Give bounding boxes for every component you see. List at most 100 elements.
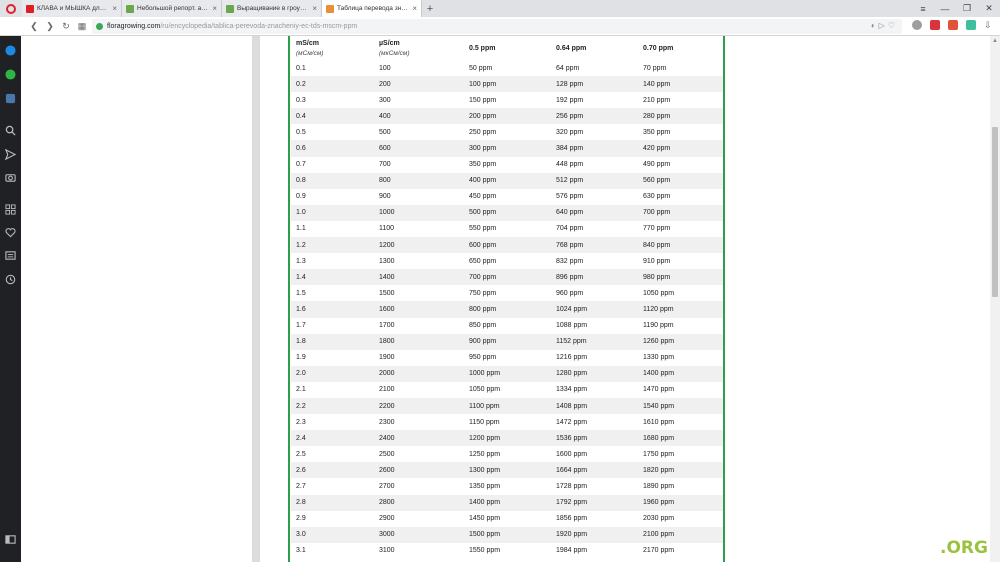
- forward-icon[interactable]: ❯: [42, 21, 58, 32]
- table-cell: 1330 ppm: [643, 354, 675, 362]
- table-cell: 768 ppm: [551, 237, 638, 254]
- table-cell: 1792 ppm: [551, 494, 638, 511]
- extension-red-icon[interactable]: [930, 20, 940, 30]
- header-ppm-05: 0.5 ppm: [464, 36, 551, 60]
- table-cell: 950 ppm: [469, 354, 497, 362]
- table-cell: 896 ppm: [551, 269, 638, 286]
- table-cell: 900 ppm: [464, 333, 551, 350]
- table-cell: 1100: [379, 225, 395, 233]
- browser-tab-active[interactable]: Таблица перевода значе ×: [322, 0, 422, 17]
- download-icon[interactable]: ⇩: [984, 20, 994, 30]
- table-cell: 1.0: [291, 204, 374, 221]
- browser-tab[interactable]: Выращивание в гроубок ×: [222, 0, 322, 17]
- news-icon[interactable]: [5, 250, 16, 261]
- tab-close-icon[interactable]: ×: [412, 4, 417, 13]
- table-cell: 64 ppm: [556, 64, 580, 72]
- messenger-icon[interactable]: [5, 45, 16, 56]
- table-cell: 1890 ppm: [643, 482, 675, 490]
- table-cell: 2900: [379, 515, 395, 523]
- table-cell: 2.4: [291, 430, 374, 447]
- table-cell: 1600: [374, 301, 464, 318]
- table-header-row: mS/cm (мСм/см) µS/cm (мкСм/см) 0.5 ppm 0.6…: [291, 36, 723, 60]
- table-row: 2.8 2800 1400 ppm 1792 ppm 1960 ppm: [291, 494, 723, 511]
- address-bar-row: ❮ ❯ ↻ ▦ floragrowing.com /ru/encyclopedi…: [0, 17, 1000, 36]
- heart-icon[interactable]: [5, 227, 16, 238]
- speed-dial-icon[interactable]: [5, 204, 16, 215]
- tab-menu-icon[interactable]: ≡: [912, 4, 934, 14]
- table-cell: 2170 ppm: [643, 547, 675, 555]
- leaf-favicon-icon: [126, 4, 134, 13]
- search-icon[interactable]: [5, 125, 16, 136]
- header-label: mS/cm: [296, 39, 319, 47]
- table-cell: 2000: [374, 365, 464, 382]
- table-cell: 1100 ppm: [464, 397, 551, 415]
- browser-tab[interactable]: Небольшой репорт. ак-4 ×: [122, 0, 222, 17]
- table-cell: 3000: [374, 526, 464, 543]
- reload-icon[interactable]: ↻: [58, 21, 74, 32]
- header-label: 0.70 ppm: [643, 44, 674, 52]
- table-cell: 200 ppm: [464, 108, 551, 125]
- table-cell: 2.8: [291, 494, 374, 511]
- table-cell: 2.9: [296, 515, 306, 523]
- table-cell: 1050 ppm: [469, 386, 501, 394]
- table-cell: 1400: [374, 269, 464, 286]
- table-cell: 500: [379, 128, 391, 136]
- table-cell: 0.9: [296, 193, 306, 201]
- table-cell: 550 ppm: [469, 225, 497, 233]
- table-cell: 1664 ppm: [551, 462, 638, 479]
- table-row: 0.9 900 450 ppm 576 ppm 630 ppm: [291, 189, 723, 205]
- table-cell: 512 ppm: [551, 172, 638, 189]
- table-cell: 500 ppm: [464, 204, 551, 221]
- table-cell: 2.2: [291, 397, 374, 415]
- opera-logo-icon[interactable]: [0, 0, 22, 17]
- window-close-icon[interactable]: ✕: [978, 3, 1000, 14]
- back-icon[interactable]: ❮: [26, 21, 42, 32]
- table-cell: 1190 ppm: [643, 322, 674, 330]
- maximize-icon[interactable]: ❐: [956, 3, 978, 14]
- table-row: 2.3 2300 1150 ppm 1472 ppm 1610 ppm: [291, 414, 723, 430]
- table-cell: 560 ppm: [638, 172, 723, 189]
- extension-gray-icon[interactable]: [912, 20, 922, 30]
- table-cell: 900: [379, 193, 391, 201]
- extension-orange-icon[interactable]: [948, 20, 958, 30]
- table-cell: 0.2: [291, 76, 374, 93]
- url-host: floragrowing.com: [107, 23, 161, 30]
- send-icon[interactable]: [5, 149, 16, 160]
- table-cell: 576 ppm: [556, 193, 584, 201]
- table-cell: 1280 ppm: [551, 365, 638, 382]
- table-row: 2.5 2500 1250 ppm 1600 ppm 1750 ppm: [291, 446, 723, 462]
- scroll-up-icon[interactable]: ▲: [992, 38, 998, 44]
- table-cell: 448 ppm: [556, 161, 584, 169]
- header-us-cm: µS/cm (мкСм/см): [374, 36, 464, 60]
- whatsapp-icon[interactable]: [5, 69, 16, 80]
- secure-lock-icon: [96, 23, 103, 30]
- sidebar-toggle-icon[interactable]: [5, 534, 16, 545]
- table-row: 0.6 600 300 ppm 384 ppm 420 ppm: [291, 140, 723, 157]
- browser-tab[interactable]: КЛАВА и МЫШКА для PX ×: [22, 0, 122, 17]
- vk-icon[interactable]: [5, 93, 16, 104]
- minimize-icon[interactable]: —: [934, 4, 956, 14]
- table-cell: 0.4: [291, 108, 374, 125]
- header-sublabel: (мкСм/см): [379, 49, 410, 57]
- history-icon[interactable]: [5, 274, 16, 285]
- table-row: 1.2 1200 600 ppm 768 ppm 840 ppm: [291, 237, 723, 254]
- camera-icon[interactable]: [5, 172, 16, 183]
- url-field[interactable]: floragrowing.com /ru/encyclopedia/tablic…: [92, 19, 902, 34]
- table-cell: 1500: [379, 289, 395, 297]
- speed-dial-button-icon[interactable]: ▦: [74, 21, 90, 32]
- table-cell: 2100: [379, 386, 395, 394]
- tab-close-icon[interactable]: ×: [212, 4, 217, 13]
- table-cell: 770 ppm: [643, 225, 671, 233]
- table-cell: 1400 ppm: [638, 365, 723, 382]
- scrollbar-thumb[interactable]: [992, 127, 998, 297]
- tab-close-icon[interactable]: ×: [112, 4, 117, 13]
- url-actions-icon[interactable]: ◐▷♡: [871, 21, 898, 30]
- page-scrollbar[interactable]: ▲: [990, 36, 1000, 562]
- tab-close-icon[interactable]: ×: [312, 4, 317, 13]
- extension-green-icon[interactable]: [966, 20, 976, 30]
- table-cell: 100 ppm: [464, 76, 551, 93]
- table-cell: 640 ppm: [551, 204, 638, 221]
- table-cell: 960 ppm: [556, 289, 584, 297]
- new-tab-button[interactable]: +: [422, 0, 438, 17]
- table-row: 3.0 3000 1500 ppm 1920 ppm 2100 ppm: [291, 526, 723, 543]
